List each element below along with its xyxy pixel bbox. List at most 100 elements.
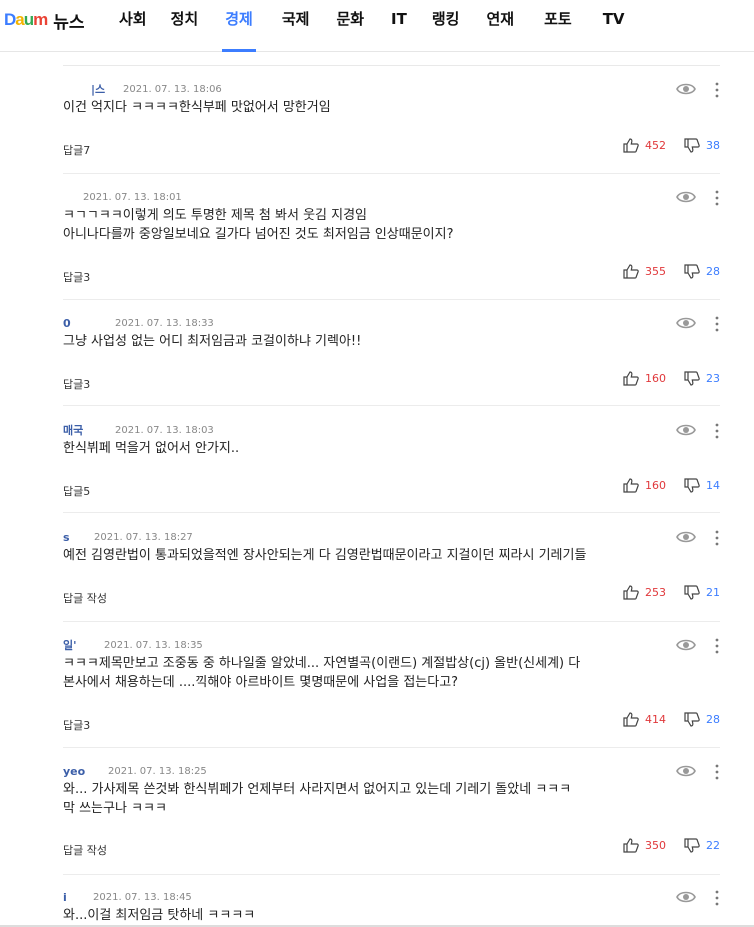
eye-icon[interactable] [676, 423, 696, 437]
dislike-count: 38 [706, 139, 720, 152]
dislike-count: 22 [706, 839, 720, 852]
like-count: 414 [645, 713, 666, 726]
reply-button[interactable]: 답글3 [63, 717, 90, 733]
like-count: 160 [645, 479, 666, 492]
eye-icon[interactable] [676, 764, 696, 778]
like-button[interactable]: 355 [623, 264, 666, 279]
more-options-icon[interactable] [714, 530, 720, 546]
comment-meta: s 2021. 07. 13. 18:27 [63, 530, 193, 544]
comment-meta: 2021. 07. 13. 18:01 [63, 190, 182, 204]
tab-ranking[interactable]: 랭킹 [432, 0, 460, 52]
comment-item: i 2021. 07. 13. 18:45 와...이걸 최저임금 탓하네 ㅋㅋ… [63, 890, 720, 927]
comment-text: ㅋㄱㄱㅋㅋ이렇게 의도 투명한 제목 첨 봐서 웃김 지경임 아니나다를까 중앙… [63, 208, 454, 242]
comment-text: 한식뷔페 먹을거 없어서 안가지.. [63, 441, 240, 456]
daum-logo[interactable]: D a u m 뉴스 [4, 8, 85, 33]
like-button[interactable]: 253 [623, 585, 666, 600]
logo-letter-m: m [33, 10, 48, 29]
reply-button[interactable]: 답글3 [63, 376, 90, 392]
comment-date: 2021. 07. 13. 18:35 [104, 639, 203, 651]
eye-icon[interactable] [676, 82, 696, 96]
category-menu: 사회 정치 경제 국제 문화 IT 랭킹 연재 포토 TV [119, 0, 625, 52]
more-options-icon[interactable] [714, 82, 720, 98]
dislike-button[interactable]: 23 [684, 371, 720, 386]
more-options-icon[interactable] [714, 764, 720, 780]
dislike-button[interactable]: 38 [684, 138, 720, 153]
more-options-icon[interactable] [714, 423, 720, 439]
comment-author[interactable]: 0 [63, 317, 113, 330]
comment-item: 0 2021. 07. 13. 18:33 그냥 사업성 없는 어디 최저임금과… [63, 316, 720, 406]
comment-text: 예전 김영란법이 통과되었을적엔 장사안되는게 다 김영란법때문이라고 지걸이던… [63, 548, 587, 563]
tab-tv[interactable]: TV [603, 0, 625, 52]
thumbs-down-icon [684, 585, 700, 600]
comment-author[interactable]: i [63, 891, 91, 904]
comment-date: 2021. 07. 13. 18:03 [115, 424, 214, 436]
thumbs-down-icon [684, 264, 700, 279]
service-name[interactable]: 뉴스 [53, 8, 84, 33]
comment-meta: 0 2021. 07. 13. 18:33 [63, 316, 214, 330]
comment-author[interactable]: 일' [63, 637, 102, 653]
eye-icon[interactable] [676, 638, 696, 652]
reply-button[interactable]: 답글5 [63, 483, 90, 499]
comment-author[interactable]: 매국 [63, 422, 113, 438]
comment-date: 2021. 07. 13. 18:06 [123, 83, 222, 95]
thumbs-up-icon [623, 712, 639, 727]
tab-culture[interactable]: 문화 [336, 0, 364, 52]
dislike-count: 28 [706, 713, 720, 726]
more-options-icon[interactable] [714, 890, 720, 906]
reply-button[interactable]: 답글 작성 [63, 590, 107, 606]
dislike-button[interactable]: 14 [684, 478, 720, 493]
comment-meta: i 2021. 07. 13. 18:45 [63, 890, 192, 904]
tab-international[interactable]: 국제 [282, 0, 310, 52]
dislike-button[interactable]: 22 [684, 838, 720, 853]
tab-it[interactable]: IT [391, 0, 407, 52]
thumbs-down-icon [684, 712, 700, 727]
comment-date: 2021. 07. 13. 18:33 [115, 317, 214, 329]
logo-letter-d: D [4, 10, 16, 29]
like-button[interactable]: 160 [623, 478, 666, 493]
dislike-count: 28 [706, 265, 720, 278]
more-options-icon[interactable] [714, 190, 720, 206]
dislike-button[interactable]: 21 [684, 585, 720, 600]
thumbs-up-icon [623, 585, 639, 600]
eye-icon[interactable] [676, 190, 696, 204]
like-button[interactable]: 160 [623, 371, 666, 386]
tab-economy[interactable]: 경제 [222, 0, 256, 52]
thumbs-up-icon [623, 138, 639, 153]
comment-item: |스 2021. 07. 13. 18:06 이건 억지다 ㅋㅋㅋㅋ한식부페 맛… [63, 82, 720, 174]
tab-series[interactable]: 연재 [486, 0, 514, 52]
like-count: 253 [645, 586, 666, 599]
reply-button[interactable]: 답글 작성 [63, 842, 107, 858]
comment-item: s 2021. 07. 13. 18:27 예전 김영란법이 통과되었을적엔 장… [63, 530, 720, 622]
eye-icon[interactable] [676, 530, 696, 544]
reply-button[interactable]: 답글3 [63, 269, 90, 285]
thumbs-down-icon [684, 138, 700, 153]
dislike-count: 14 [706, 479, 720, 492]
like-count: 160 [645, 372, 666, 385]
comment-item: 일' 2021. 07. 13. 18:35 ㅋㅋㅋ제목만보고 조중동 중 하나… [63, 638, 720, 748]
comment-text: 이건 억지다 ㅋㅋㅋㅋ한식부페 맛없어서 망한거임 [63, 100, 331, 115]
like-count: 350 [645, 839, 666, 852]
tab-politics[interactable]: 정치 [171, 0, 199, 52]
thumbs-up-icon [623, 371, 639, 386]
like-button[interactable]: 414 [623, 712, 666, 727]
comment-author[interactable]: s [63, 531, 92, 544]
tab-society[interactable]: 사회 [119, 0, 147, 52]
eye-icon[interactable] [676, 316, 696, 330]
dislike-button[interactable]: 28 [684, 264, 720, 279]
more-options-icon[interactable] [714, 638, 720, 654]
comment-meta: yeo 2021. 07. 13. 18:25 [63, 764, 207, 778]
comment-date: 2021. 07. 13. 18:27 [94, 531, 193, 543]
comment-date: 2021. 07. 13. 18:01 [83, 191, 182, 203]
more-options-icon[interactable] [714, 316, 720, 332]
like-button[interactable]: 452 [623, 138, 666, 153]
comment-author[interactable]: |스 [63, 81, 115, 97]
eye-icon[interactable] [676, 890, 696, 904]
reply-button[interactable]: 답글7 [63, 142, 90, 158]
tab-photo[interactable]: 포토 [544, 0, 572, 52]
dislike-button[interactable]: 28 [684, 712, 720, 727]
logo-letter-u: u [23, 10, 34, 29]
like-button[interactable]: 350 [623, 838, 666, 853]
like-count: 355 [645, 265, 666, 278]
comment-date: 2021. 07. 13. 18:25 [108, 765, 207, 777]
comment-author[interactable]: yeo [63, 765, 106, 778]
